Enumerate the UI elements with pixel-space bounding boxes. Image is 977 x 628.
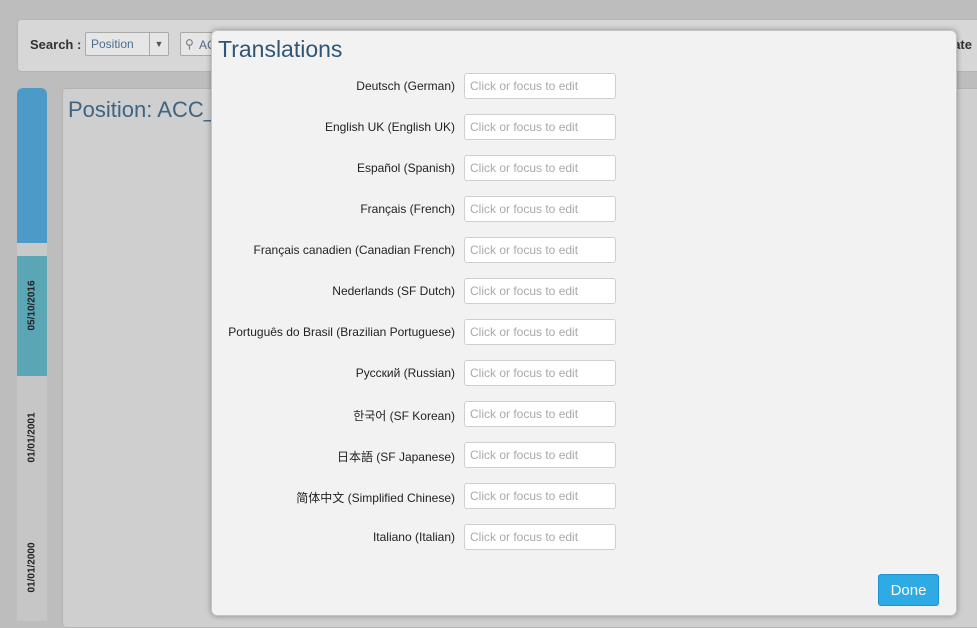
translation-row-canadian-french: Français canadien (Canadian French) — [212, 237, 958, 263]
translation-row-simplified-chinese: 简体中文 (Simplified Chinese) — [212, 483, 958, 509]
translation-input-italian[interactable] — [464, 524, 616, 550]
language-label: English UK (English UK) — [324, 120, 455, 134]
search-label: Search : — [30, 37, 82, 52]
translation-row-spanish: Español (Spanish) — [212, 155, 958, 181]
language-label: Nederlands (SF Dutch) — [332, 284, 455, 298]
translation-row-brazilian-portuguese: Português do Brasil (Brazilian Portugues… — [212, 319, 958, 345]
language-label: Português do Brasil (Brazilian Portugues… — [228, 325, 455, 339]
chevron-down-icon: ▼ — [149, 33, 168, 55]
translation-input-japanese[interactable] — [464, 442, 616, 468]
timeline-date[interactable]: 05/10/2016 — [27, 280, 38, 330]
language-label: Español (Spanish) — [356, 161, 455, 175]
translation-input-canadian-french[interactable] — [464, 237, 616, 263]
translation-row-japanese: 日本語 (SF Japanese) — [212, 442, 958, 468]
search-icon: ⚲ — [185, 37, 194, 51]
timeline-date[interactable]: 01/01/2001 — [27, 412, 38, 462]
language-label: Italiano (Italian) — [372, 530, 455, 544]
translation-input-simplified-chinese[interactable] — [464, 483, 616, 509]
translation-input-dutch[interactable] — [464, 278, 616, 304]
translation-input-korean[interactable] — [464, 401, 616, 427]
translation-input-german[interactable] — [464, 73, 616, 99]
translation-row-russian: Русский (Russian) — [212, 360, 958, 386]
search-type-value: Position — [91, 37, 134, 51]
language-label: Français canadien (Canadian French) — [253, 243, 455, 257]
translation-row-french: Français (French) — [212, 196, 958, 222]
done-button[interactable]: Done — [878, 574, 939, 606]
translation-row-korean: 한국어 (SF Korean) — [212, 401, 958, 427]
search-type-select[interactable]: Position ▼ — [85, 32, 169, 56]
page-title: Position: ACC_ — [68, 97, 216, 122]
language-label: 日本語 (SF Japanese) — [336, 450, 455, 464]
translation-row-german: Deutsch (German) — [212, 73, 958, 99]
translation-row-english-uk: English UK (English UK) — [212, 114, 958, 140]
language-label: Français (French) — [360, 202, 455, 216]
language-label: Deutsch (German) — [356, 79, 455, 93]
translation-input-french[interactable] — [464, 196, 616, 222]
translation-input-russian[interactable] — [464, 360, 616, 386]
translation-input-brazilian-portuguese[interactable] — [464, 319, 616, 345]
translation-row-dutch: Nederlands (SF Dutch) — [212, 278, 958, 304]
translation-row-italian: Italiano (Italian) — [212, 524, 958, 550]
translations-dialog: Translations Deutsch (German) English UK… — [211, 30, 957, 616]
language-label: 简体中文 (Simplified Chinese) — [296, 491, 455, 505]
translation-input-english-uk[interactable] — [464, 114, 616, 140]
timeline-date[interactable]: 01/01/2000 — [27, 542, 38, 592]
timeline-current-segment[interactable] — [17, 88, 47, 243]
dialog-title: Translations — [218, 36, 343, 62]
effective-dates-timeline: 05/10/2016 01/01/2001 01/01/2000 — [17, 88, 47, 621]
language-label: Русский (Russian) — [355, 366, 455, 380]
language-label: 한국어 (SF Korean) — [353, 409, 455, 423]
translation-input-spanish[interactable] — [464, 155, 616, 181]
